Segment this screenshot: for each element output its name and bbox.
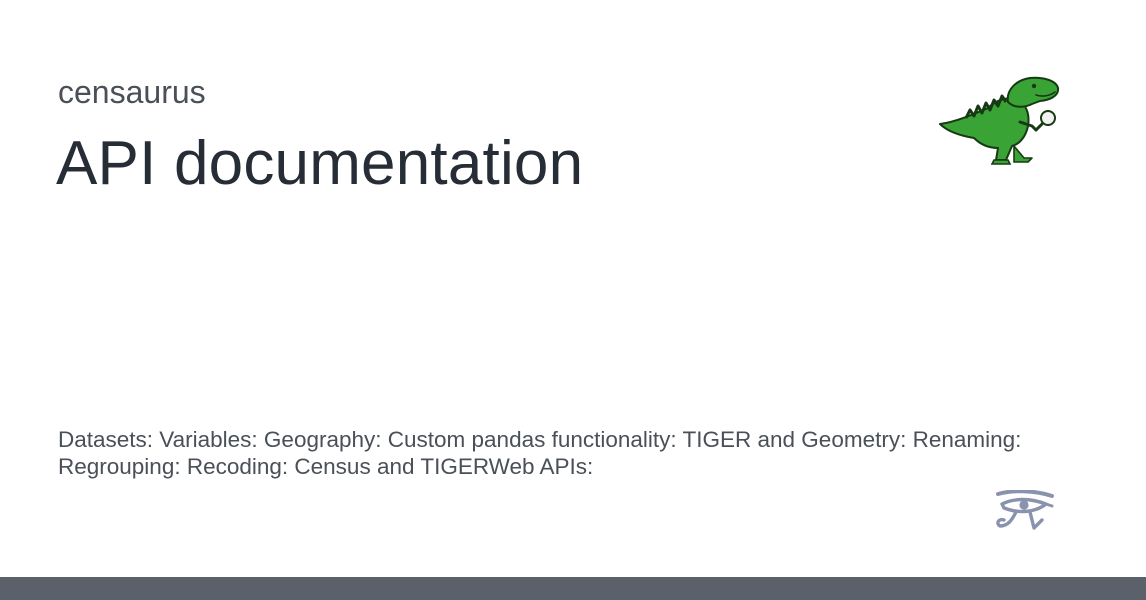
page-title: API documentation <box>56 129 584 198</box>
footer-bar <box>0 577 1146 600</box>
site-name: censaurus <box>58 74 206 110</box>
eye-of-horus-icon <box>996 489 1054 532</box>
dinosaur-logo-icon <box>936 74 1062 166</box>
social-card: censaurus API documentation Datasets: Va… <box>0 0 1146 600</box>
page-description: Datasets: Variables: Geography: Custom p… <box>58 427 1022 479</box>
